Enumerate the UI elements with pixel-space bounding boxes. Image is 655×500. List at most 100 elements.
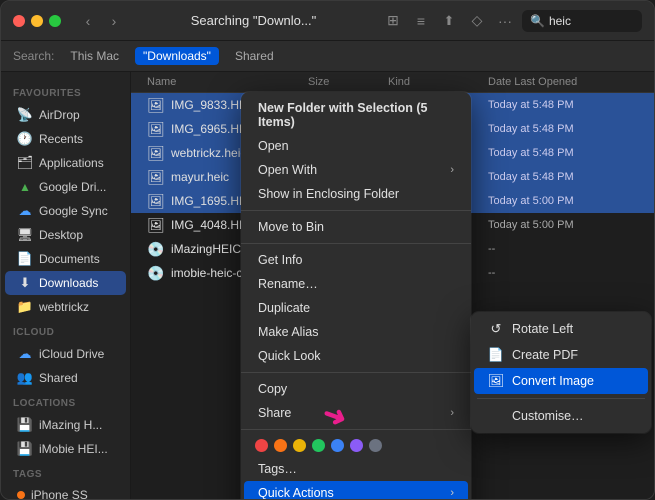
imobie-icon: 💾 (17, 441, 33, 457)
sidebar-item-label: AirDrop (39, 108, 80, 122)
arrange-icon[interactable]: ≡ (410, 10, 432, 32)
sidebar-item-label: iMazing H... (39, 418, 102, 432)
sidebar-item-google-drive[interactable]: ▲ Google Dri... (5, 175, 126, 199)
sidebar-item-shared[interactable]: 👥 Shared (5, 366, 126, 390)
sidebar-item-imazing[interactable]: 💾 iMazing H... (5, 413, 126, 437)
sidebar-item-airdrop[interactable]: 📡 AirDrop (5, 103, 126, 127)
menu-item-label: Quick Actions (258, 486, 334, 499)
menu-item-label: New Folder with Selection (5 Items) (258, 101, 454, 129)
menu-item-label: Open (258, 139, 289, 153)
sidebar-item-downloads[interactable]: ⬇ Downloads (5, 271, 126, 295)
more-icon[interactable]: ··· (494, 10, 516, 32)
search-icon: 🔍 (530, 14, 545, 28)
sidebar-section-icloud: iCloud (1, 319, 130, 342)
menu-item-copy[interactable]: Copy (244, 377, 468, 401)
menu-item-open-with[interactable]: Open With › (244, 158, 468, 182)
sidebar-item-desktop[interactable]: 🖥 Desktop (5, 223, 126, 247)
sidebar-item-label: Recents (39, 132, 83, 146)
sidebar-item-google-sync[interactable]: ☁ Google Sync (5, 199, 126, 223)
menu-item-get-info[interactable]: Get Info (244, 248, 468, 272)
sidebar-section-locations: Locations (1, 390, 130, 413)
menu-item-share[interactable]: Share › (244, 401, 468, 425)
tag-dot-gray[interactable] (369, 439, 382, 452)
submenu-item-create-pdf[interactable]: 📄 Create PDF (474, 342, 648, 368)
sidebar-section-favourites: Favourites (1, 80, 130, 103)
submenu-item-label: Rotate Left (512, 322, 573, 336)
sidebar-item-tag-iphone[interactable]: iPhone SS (5, 484, 126, 499)
tag-dot-orange[interactable] (274, 439, 287, 452)
back-button[interactable]: ‹ (77, 10, 99, 32)
menu-item-open[interactable]: Open (244, 134, 468, 158)
menu-item-quick-look[interactable]: Quick Look (244, 344, 468, 368)
sidebar-item-label: Google Dri... (39, 180, 106, 194)
applications-icon: 🗂 (17, 155, 33, 171)
google-drive-icon: ▲ (17, 179, 33, 195)
tag-dot-green[interactable] (312, 439, 325, 452)
search-tab-this-mac[interactable]: This Mac (62, 47, 127, 65)
submenu-arrow: › (450, 164, 454, 176)
sidebar-item-label: Applications (39, 156, 104, 170)
tag-dot-yellow[interactable] (293, 439, 306, 452)
documents-icon: 📄 (17, 251, 33, 267)
search-input[interactable] (549, 14, 629, 28)
tag-dot-blue[interactable] (331, 439, 344, 452)
search-container: 🔍 (522, 10, 642, 32)
search-tab-shared[interactable]: Shared (227, 47, 282, 65)
view-options-icon[interactable]: ⊞ (382, 10, 404, 32)
submenu-item-convert-image[interactable]: 🖼 Convert Image (474, 368, 648, 394)
menu-item-label: Duplicate (258, 301, 310, 315)
sidebar-item-label: Shared (39, 371, 78, 385)
submenu-item-rotate-left[interactable]: ↺ Rotate Left (474, 316, 648, 342)
menu-separator (241, 210, 471, 211)
search-tab-downloads[interactable]: "Downloads" (135, 47, 219, 65)
menu-item-new-folder[interactable]: New Folder with Selection (5 Items) (244, 96, 468, 134)
menu-item-rename[interactable]: Rename… (244, 272, 468, 296)
create-pdf-icon: 📄 (488, 347, 504, 363)
search-label: Search: (13, 49, 54, 63)
icloud-drive-icon: ☁ (17, 346, 33, 362)
menu-item-move-to-bin[interactable]: Move to Bin (244, 215, 468, 239)
menu-item-label: Open With (258, 163, 317, 177)
sidebar-item-label: iCloud Drive (39, 347, 104, 361)
minimize-button[interactable] (31, 15, 43, 27)
traffic-lights (13, 15, 61, 27)
downloads-icon: ⬇ (17, 275, 33, 291)
submenu-item-label: Customise… (512, 409, 584, 423)
menu-item-duplicate[interactable]: Duplicate (244, 296, 468, 320)
context-menu: New Folder with Selection (5 Items) Open… (241, 92, 471, 499)
main-content: Favourites 📡 AirDrop 🕐 Recents 🗂 Applica… (1, 72, 654, 499)
sidebar-item-applications[interactable]: 🗂 Applications (5, 151, 126, 175)
customise-icon (488, 408, 504, 424)
sidebar-item-imobie[interactable]: 💾 iMobie HEI... (5, 437, 126, 461)
maximize-button[interactable] (49, 15, 61, 27)
sidebar-item-label: Desktop (39, 228, 83, 242)
sidebar-item-documents[interactable]: 📄 Documents (5, 247, 126, 271)
submenu-item-customise[interactable]: Customise… (474, 403, 648, 429)
sidebar-section-tags: Tags (1, 461, 130, 484)
menu-item-tags[interactable]: Tags… (244, 457, 468, 481)
sidebar: Favourites 📡 AirDrop 🕐 Recents 🗂 Applica… (1, 72, 131, 499)
menu-item-show-enclosing[interactable]: Show in Enclosing Folder (244, 182, 468, 206)
finder-window: ‹ › Searching "Downlo..." ⊞ ≡ ⬆ ◇ ··· 🔍 … (0, 0, 655, 500)
menu-separator (241, 243, 471, 244)
titlebar: ‹ › Searching "Downlo..." ⊞ ≡ ⬆ ◇ ··· 🔍 (1, 1, 654, 41)
tag-icon[interactable]: ◇ (466, 10, 488, 32)
sidebar-item-webtrickz[interactable]: 📁 webtrickz (5, 295, 126, 319)
menu-separator (477, 398, 645, 399)
menu-item-quick-actions[interactable]: Quick Actions › (244, 481, 468, 499)
rotate-left-icon: ↺ (488, 321, 504, 337)
tag-dot-purple[interactable] (350, 439, 363, 452)
menu-item-make-alias[interactable]: Make Alias (244, 320, 468, 344)
menu-separator (241, 372, 471, 373)
sidebar-item-icloud-drive[interactable]: ☁ iCloud Drive (5, 342, 126, 366)
sidebar-item-recents[interactable]: 🕐 Recents (5, 127, 126, 151)
share-icon[interactable]: ⬆ (438, 10, 460, 32)
menu-item-label: Get Info (258, 253, 302, 267)
close-button[interactable] (13, 15, 25, 27)
menu-item-label: Make Alias (258, 325, 318, 339)
submenu-item-label: Create PDF (512, 348, 578, 362)
quick-actions-submenu: ↺ Rotate Left 📄 Create PDF 🖼 Convert Ima… (471, 312, 651, 433)
forward-button[interactable]: › (103, 10, 125, 32)
titlebar-actions: ⊞ ≡ ⬆ ◇ ··· 🔍 (382, 10, 642, 32)
tag-dot-red[interactable] (255, 439, 268, 452)
